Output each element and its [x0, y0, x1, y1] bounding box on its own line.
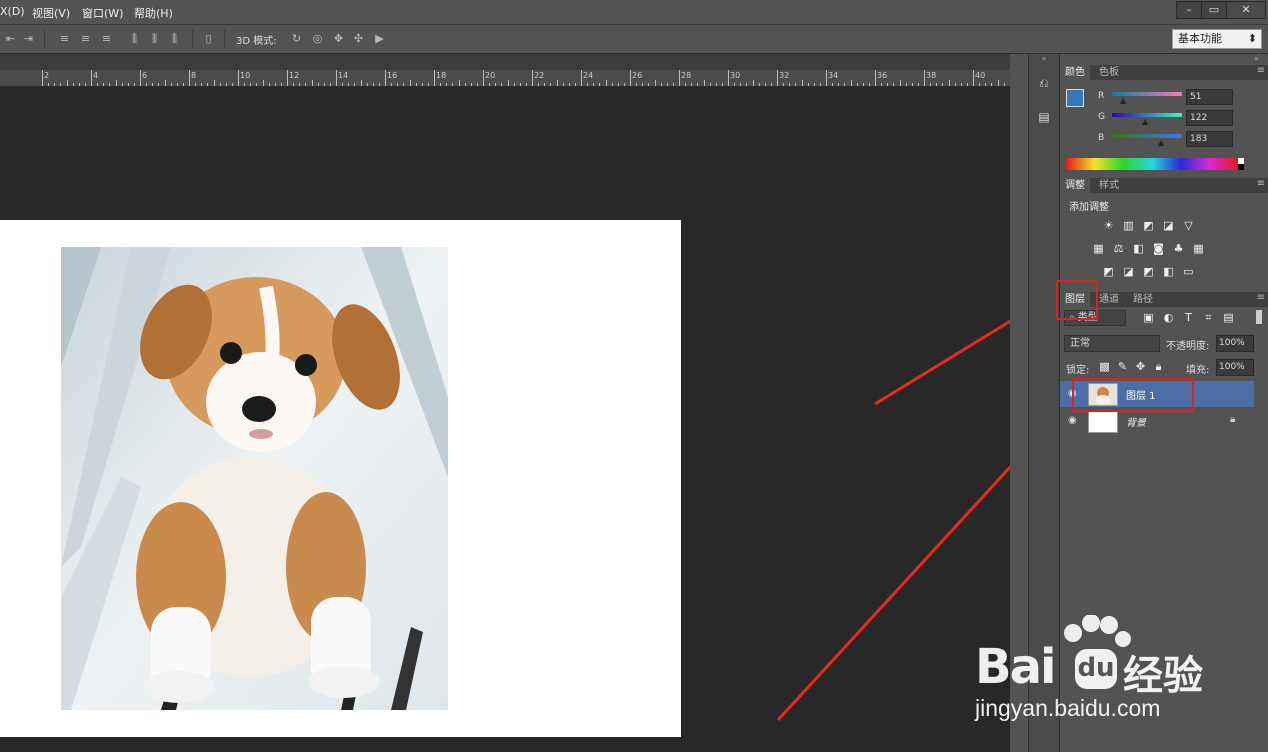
collapse-arrows-icon[interactable]: «	[1029, 54, 1059, 64]
slider-thumb-icon[interactable]: ▲	[1158, 138, 1164, 147]
shape-filter-icon[interactable]: ⌗	[1202, 312, 1215, 324]
channel-g-label: G	[1098, 112, 1105, 122]
smart-object-filter-icon[interactable]: ▤	[1222, 312, 1235, 324]
foreground-color-swatch[interactable]	[1066, 89, 1084, 107]
du-logo-icon: du	[1075, 649, 1117, 689]
properties-icon[interactable]: ▤	[1036, 110, 1052, 126]
slider-thumb-icon[interactable]: ▲	[1142, 117, 1148, 126]
r-value[interactable]: 51	[1186, 89, 1233, 105]
photo-filter-icon[interactable]: ◙	[1152, 243, 1165, 255]
adjustment-filter-icon[interactable]: ◐	[1162, 312, 1175, 324]
baidu-watermark: Bai du 经验 jingyan.baidu.com	[975, 615, 1265, 735]
curves-icon[interactable]: ◩	[1142, 220, 1155, 232]
add-adjustment-title: 添加调整	[1069, 202, 1109, 213]
fill-input[interactable]: 100%	[1216, 359, 1254, 376]
threshold-icon[interactable]: ◩	[1142, 266, 1155, 278]
tab-channels[interactable]: 通道	[1094, 292, 1124, 307]
expand-arrows-icon[interactable]: »	[1254, 54, 1268, 64]
channel-mixer-icon[interactable]: ♣	[1172, 243, 1185, 255]
adjust-panel-tabs: 调整 样式 ≡	[1060, 178, 1268, 193]
watermark-brand: Bai	[975, 639, 1056, 695]
watermark-url: jingyan.baidu.com	[975, 695, 1161, 721]
tab-adjustments[interactable]: 调整	[1060, 178, 1090, 193]
black-swatch[interactable]	[1238, 164, 1244, 170]
selective-color-icon[interactable]: ◧	[1162, 266, 1175, 278]
pixel-filter-icon[interactable]: ▣	[1142, 312, 1155, 324]
channel-b-label: B	[1098, 133, 1105, 143]
blend-mode-label: 正常	[1070, 338, 1090, 349]
hue-saturation-icon[interactable]: ▦	[1092, 243, 1105, 255]
lock-image-icon[interactable]: ✎	[1116, 361, 1129, 373]
slider-thumb-icon[interactable]: ▲	[1120, 96, 1126, 105]
panel-menu-icon[interactable]: ≡	[1257, 65, 1265, 76]
b-slider[interactable]	[1112, 134, 1182, 138]
panel-menu-icon[interactable]: ≡	[1257, 178, 1265, 189]
color-spectrum[interactable]	[1066, 158, 1238, 170]
color-panel-tabs: 颜色 色板 ≡	[1060, 65, 1268, 80]
color-balance-icon[interactable]: ⚖	[1112, 243, 1125, 255]
posterize-icon[interactable]: ◪	[1122, 266, 1135, 278]
blend-mode-select[interactable]: 正常	[1064, 335, 1160, 352]
layer-thumbnail	[1088, 410, 1118, 433]
lock-position-icon[interactable]: ✥	[1134, 361, 1147, 373]
opacity-label: 不透明度:	[1166, 341, 1210, 352]
tab-paths[interactable]: 路径	[1128, 292, 1158, 307]
opacity-input[interactable]: 100%	[1216, 335, 1254, 352]
highlight-layers-tab	[1056, 280, 1098, 320]
lock-transparency-icon[interactable]: ▩	[1098, 361, 1111, 373]
vibrance-icon[interactable]: ▽	[1182, 220, 1195, 232]
filter-toggle[interactable]	[1256, 310, 1262, 324]
brightness-icon[interactable]: ☀	[1102, 220, 1115, 232]
watermark-brand2: 经验	[1123, 653, 1203, 699]
type-filter-icon[interactable]: T	[1182, 312, 1195, 324]
lock-icon: 🔒︎	[1230, 414, 1236, 425]
channel-r-label: R	[1098, 91, 1105, 101]
lock-all-icon[interactable]: 🔒︎	[1152, 361, 1165, 373]
tab-swatches[interactable]: 色板	[1094, 65, 1124, 80]
b-value[interactable]: 183	[1186, 131, 1233, 147]
exposure-icon[interactable]: ◪	[1162, 220, 1175, 232]
panel-menu-icon[interactable]: ≡	[1257, 292, 1265, 303]
levels-icon[interactable]: ▥	[1122, 220, 1135, 232]
invert-icon[interactable]: ◩	[1102, 266, 1115, 278]
lock-label: 锁定:	[1066, 365, 1090, 376]
color-lookup-icon[interactable]: ▦	[1192, 243, 1205, 255]
layer-name[interactable]: 背景	[1126, 414, 1146, 429]
fill-label: 填充:	[1186, 365, 1210, 376]
g-value[interactable]: 122	[1186, 110, 1233, 126]
black-white-icon[interactable]: ◧	[1132, 243, 1145, 255]
eye-icon[interactable]: ◉	[1068, 415, 1077, 426]
history-icon[interactable]: ⎌	[1036, 76, 1052, 92]
tab-styles[interactable]: 样式	[1094, 178, 1124, 193]
highlight-layer1	[1072, 378, 1194, 412]
tab-color[interactable]: 颜色	[1060, 65, 1090, 80]
gradient-map-icon[interactable]: ▭	[1182, 266, 1195, 278]
